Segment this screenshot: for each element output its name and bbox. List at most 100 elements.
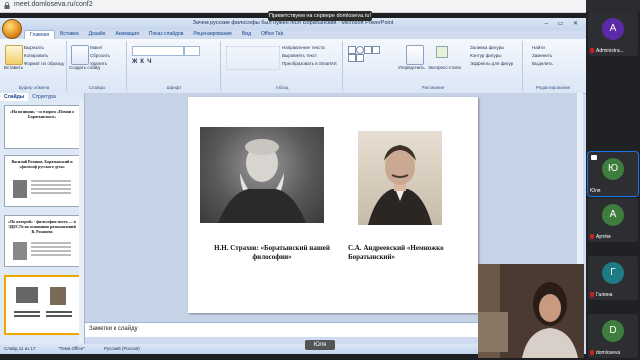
- thumbnail-image: [50, 287, 66, 305]
- layout-button[interactable]: Макет: [90, 45, 103, 50]
- participant-tile[interactable]: D domloseva: [588, 314, 638, 358]
- cut-button[interactable]: Вырезать: [24, 45, 44, 50]
- tab-office-tab[interactable]: Office Tab: [256, 30, 288, 39]
- window-controls[interactable]: – ▭ ✕: [545, 20, 582, 27]
- url-text[interactable]: meet.domloseva.ru/conf2: [14, 1, 93, 8]
- shape-triangle-icon[interactable]: [348, 54, 356, 62]
- select-button[interactable]: Выделить: [532, 61, 553, 66]
- shape-arrow-icon[interactable]: [372, 46, 380, 54]
- arrange-button[interactable]: Упорядочить: [398, 65, 425, 70]
- welcome-notice: Приветствуем на сервере domloseva.ru!: [268, 11, 372, 21]
- participant-name: Юля: [590, 188, 636, 194]
- shape-fill-button[interactable]: Заливка фигуры: [470, 45, 504, 50]
- slides-pane-scrollbar[interactable]: [79, 101, 84, 344]
- thumbnail-image: [13, 180, 27, 198]
- participant-tile[interactable]: Г Галина: [588, 256, 638, 300]
- thumbnail-title: «По которой» - философия поэта — в ЭДЕСЛ…: [8, 219, 76, 234]
- drawing-group-label: Рисование: [421, 85, 445, 90]
- thumbnail-text-lines: [46, 311, 72, 313]
- tab-outline[interactable]: Структура: [28, 93, 60, 101]
- shape-star-icon[interactable]: [356, 54, 364, 62]
- avatar: A: [602, 204, 624, 226]
- participant-name-text: Галина: [596, 292, 613, 298]
- align-text-button[interactable]: Выровнять текст: [282, 53, 317, 58]
- caption-andreevsky: С.А. Андреевский «Немножко Боратынский»: [348, 244, 444, 261]
- thumbnail-image: [16, 287, 38, 303]
- tab-view[interactable]: Вид: [237, 30, 256, 39]
- paste-icon[interactable]: [5, 45, 23, 65]
- paragraph-group-label: Абзац: [275, 85, 289, 90]
- shape-oval-icon[interactable]: [356, 46, 364, 54]
- caption-strakhov: Н.Н. Страхов: «Боратынский нашей философ…: [214, 244, 330, 261]
- delete-slide-button[interactable]: Удалить: [90, 61, 107, 66]
- tab-design[interactable]: Дизайн: [84, 30, 111, 39]
- office-button-icon[interactable]: [2, 19, 22, 39]
- quick-styles-button[interactable]: Экспресс-стили: [428, 65, 461, 70]
- editing-group-label: Редактирование: [535, 85, 571, 90]
- thumbnail-image: [13, 242, 27, 260]
- font-size-select[interactable]: [184, 46, 200, 56]
- quick-styles-icon[interactable]: [436, 46, 448, 58]
- slides-pane: Слайды Структура «На позиции» - со взоро…: [0, 93, 85, 344]
- font-name-select[interactable]: [132, 46, 184, 56]
- shape-rectangle-icon[interactable]: [348, 46, 356, 54]
- text-direction-button[interactable]: Направление текста: [282, 45, 325, 50]
- new-slide-icon[interactable]: [71, 45, 89, 65]
- participant-tile-active[interactable]: Ю Юля: [587, 151, 639, 197]
- reset-button[interactable]: Сбросить: [90, 53, 110, 58]
- portrait-andreevsky-image: [368, 145, 432, 225]
- current-slide[interactable]: Н.Н. Страхов: «Боратынский нашей философ…: [188, 97, 478, 313]
- status-language: Русский (Россия): [104, 346, 140, 351]
- mic-off-icon: [590, 234, 594, 240]
- tab-slides[interactable]: Слайды: [0, 93, 29, 101]
- slide-thumbnail[interactable]: «По которой» - философия поэта — в ЭДЕСЛ…: [4, 215, 80, 267]
- thumbnail-text-lines: [14, 311, 40, 313]
- tab-animation[interactable]: Анимация: [110, 30, 143, 39]
- ribbon: Вставить Вырезать Копировать Формат по о…: [0, 39, 586, 94]
- participant-name: domloseva: [590, 350, 636, 356]
- participant-tile[interactable]: A Administra...: [588, 12, 638, 56]
- lock-icon: [4, 2, 10, 9]
- participant-name: Administra...: [590, 48, 636, 54]
- format-painter-button[interactable]: Формат по образцу: [24, 61, 64, 66]
- portrait-andreevsky: [358, 131, 442, 225]
- tab-insert[interactable]: Вставка: [55, 30, 84, 39]
- participant-name-text: Юля: [590, 188, 601, 194]
- status-theme: "Тема Office": [58, 346, 85, 351]
- speaking-indicator-icon: [591, 155, 597, 160]
- slide-thumbnail[interactable]: «На позиции» - со взором «Помни о Бораты…: [4, 105, 80, 149]
- font-format-buttons[interactable]: ЖКЧ: [132, 59, 154, 65]
- shape-effects-button[interactable]: Эффекты для фигур: [470, 61, 513, 66]
- tab-slideshow[interactable]: Показ слайдов: [144, 30, 188, 39]
- editing-group: Найти Заменить Выделить Редактирование: [524, 41, 582, 91]
- participant-tile[interactable]: A Артём: [588, 198, 638, 242]
- smartart-button[interactable]: Преобразовать в SmartArt: [282, 61, 337, 66]
- paragraph-buttons[interactable]: [226, 46, 280, 70]
- participant-name: Галина: [590, 292, 636, 298]
- arrange-icon[interactable]: [406, 45, 424, 65]
- mic-off-icon: [590, 48, 594, 54]
- tab-review[interactable]: Рецензирование: [188, 30, 237, 39]
- slide-thumbnail-selected[interactable]: [4, 275, 82, 335]
- find-button[interactable]: Найти: [532, 45, 545, 50]
- speaker-video[interactable]: [478, 264, 584, 358]
- paragraph-group: Направление текста Выровнять текст Преоб…: [222, 41, 343, 91]
- slides-group: Создать слайд Макет Сбросить Удалить Сла…: [68, 41, 127, 91]
- mic-off-icon: [590, 292, 594, 298]
- replace-button[interactable]: Заменить: [532, 53, 552, 58]
- shape-line-icon[interactable]: [364, 46, 372, 54]
- status-slide-count: Слайд 11 из 17: [4, 346, 36, 351]
- slides-group-label: Слайды: [88, 85, 106, 90]
- copy-button[interactable]: Копировать: [24, 53, 48, 58]
- avatar: Г: [602, 262, 624, 284]
- tab-home[interactable]: Главная: [24, 30, 56, 39]
- thumbnail-text-lines: [31, 242, 71, 244]
- slide-thumbnail[interactable]: Василий Розанов. Боратынский и «философ …: [4, 155, 80, 207]
- paste-button[interactable]: Вставить: [4, 65, 23, 70]
- clipboard-group-label: Буфер обмена: [18, 85, 50, 90]
- participant-name-text: Артём: [596, 234, 611, 240]
- notes-placeholder: Заметки к слайду: [89, 326, 138, 332]
- shape-outline-button[interactable]: Контур фигуры: [470, 53, 501, 58]
- portrait-strakhov: [200, 127, 324, 223]
- avatar: Ю: [602, 158, 624, 180]
